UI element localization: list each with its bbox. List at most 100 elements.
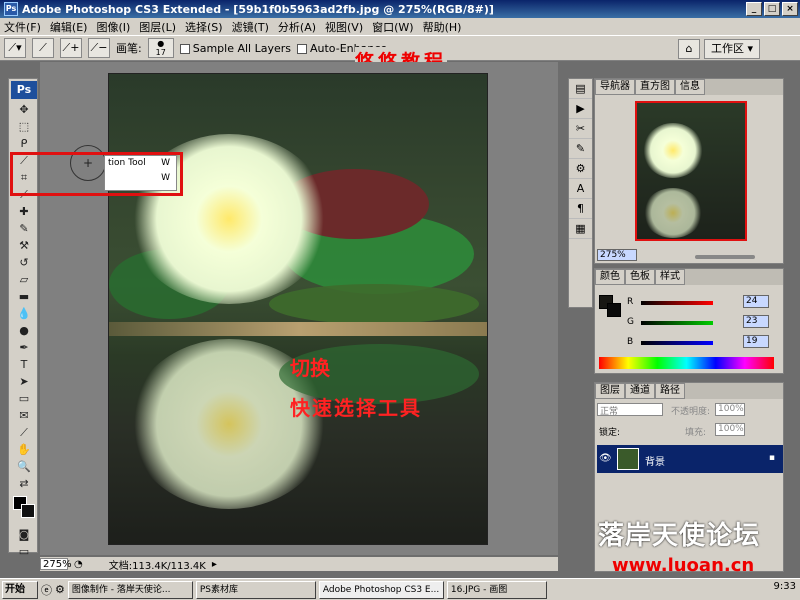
- start-button[interactable]: 开始: [2, 580, 38, 599]
- task-paint[interactable]: 16.JPG - 画图: [446, 580, 547, 599]
- g-slider[interactable]: [641, 321, 713, 325]
- sample-all-layers-checkbox[interactable]: Sample All Layers: [179, 41, 291, 55]
- tab-channels[interactable]: 通道: [625, 383, 655, 399]
- zoom-tool-icon[interactable]: 🔍: [11, 458, 37, 475]
- quicklaunch-icon[interactable]: ⚙: [55, 583, 65, 596]
- visibility-eye-icon[interactable]: 👁: [599, 453, 612, 464]
- tab-styles[interactable]: 样式: [655, 269, 685, 285]
- background-color-swatch[interactable]: [21, 504, 35, 518]
- swap-colors-icon[interactable]: ⇄: [11, 475, 37, 492]
- clone-source-icon[interactable]: ⚙: [569, 159, 592, 179]
- g-value[interactable]: 23: [743, 315, 769, 328]
- window-controls: _ □ ×: [746, 2, 798, 16]
- opacity-field[interactable]: 100%: [715, 403, 745, 416]
- history-brush-icon[interactable]: ↺: [11, 254, 37, 271]
- new-selection-icon[interactable]: ⟋: [32, 38, 54, 58]
- workspace-menu[interactable]: 工作区 ▾: [703, 39, 760, 59]
- lasso-tool-icon[interactable]: ᑭ: [11, 135, 37, 152]
- color-spectrum[interactable]: [599, 357, 774, 369]
- tab-layers[interactable]: 图层: [595, 383, 625, 399]
- blend-mode-select[interactable]: 正常: [597, 403, 663, 417]
- water-line: [109, 322, 487, 336]
- menu-view[interactable]: 视图(V): [325, 19, 363, 35]
- clone-stamp-icon[interactable]: ⚒: [11, 237, 37, 254]
- type-tool-icon[interactable]: T: [11, 356, 37, 373]
- document-canvas[interactable]: [108, 73, 488, 545]
- navigator-thumbnail[interactable]: [635, 101, 747, 241]
- tab-info[interactable]: 信息: [675, 79, 705, 95]
- brush-tool-icon[interactable]: ✎: [11, 220, 37, 237]
- healing-brush-icon[interactable]: ✚: [11, 203, 37, 220]
- tutorial-caption-switch: 切换: [290, 356, 330, 380]
- b-slider[interactable]: [641, 341, 713, 345]
- path-selection-icon[interactable]: ➤: [11, 373, 37, 390]
- tab-color[interactable]: 颜色: [595, 269, 625, 285]
- layer-row-background[interactable]: 👁 背景 ▪: [597, 445, 783, 473]
- menu-filter[interactable]: 滤镜(T): [232, 19, 269, 35]
- sample-all-layers-label: Sample All Layers: [192, 41, 291, 55]
- zoom-field[interactable]: 275%: [40, 558, 72, 570]
- navigator-zoom-slider[interactable]: [695, 255, 755, 259]
- menu-file[interactable]: 文件(F): [4, 19, 41, 35]
- move-tool-icon[interactable]: ✥: [11, 101, 37, 118]
- menu-select[interactable]: 选择(S): [185, 19, 223, 35]
- navigator-zoom[interactable]: 275%: [597, 249, 637, 261]
- screen-mode-icon[interactable]: ▭: [11, 543, 37, 560]
- task-photoshop[interactable]: Adobe Photoshop CS3 E...: [318, 580, 444, 599]
- menu-help[interactable]: 帮助(H): [423, 19, 462, 35]
- actions-panel-icon[interactable]: ▶: [569, 99, 592, 119]
- r-value[interactable]: 24: [743, 295, 769, 308]
- menu-image[interactable]: 图像(I): [96, 19, 130, 35]
- g-label: G: [627, 317, 634, 327]
- forum-url: www.luoan.cn: [612, 555, 755, 576]
- status-arrow-icon[interactable]: ▸: [212, 559, 217, 570]
- foreground-background-colors[interactable]: [11, 494, 35, 524]
- eyedropper-tool-icon[interactable]: ⟋: [11, 424, 37, 441]
- layer-name: 背景: [645, 457, 665, 468]
- notes-tool-icon[interactable]: ✉: [11, 407, 37, 424]
- blur-tool-icon[interactable]: 💧: [11, 305, 37, 322]
- marquee-tool-icon[interactable]: ⬚: [11, 118, 37, 135]
- tool-presets-icon[interactable]: ✂: [569, 119, 592, 139]
- dodge-tool-icon[interactable]: ●: [11, 322, 37, 339]
- highlight-box: [10, 152, 183, 196]
- task-ps-library[interactable]: PS素材库: [195, 580, 316, 599]
- r-slider[interactable]: [641, 301, 713, 305]
- b-value[interactable]: 19: [743, 335, 769, 348]
- history-panel-icon[interactable]: ▤: [569, 79, 592, 99]
- ie-icon[interactable]: ⓔ: [41, 582, 52, 598]
- bridge-icon[interactable]: ⌂: [678, 39, 700, 59]
- gradient-tool-icon[interactable]: ▬: [11, 288, 37, 305]
- tab-paths[interactable]: 路径: [655, 383, 685, 399]
- menu-edit[interactable]: 编辑(E): [50, 19, 88, 35]
- background-swatch[interactable]: [607, 303, 621, 317]
- tab-navigator[interactable]: 导航器: [595, 79, 635, 95]
- close-button[interactable]: ×: [782, 2, 798, 16]
- paragraph-panel-icon[interactable]: ¶: [569, 199, 592, 219]
- layer-comps-icon[interactable]: ▦: [569, 219, 592, 239]
- maximize-button[interactable]: □: [764, 2, 780, 16]
- tab-swatches[interactable]: 色板: [625, 269, 655, 285]
- hand-tool-icon[interactable]: ✋: [11, 441, 37, 458]
- forum-watermark: 落岸天使论坛: [598, 521, 761, 551]
- pen-tool-icon[interactable]: ✒: [11, 339, 37, 356]
- eraser-tool-icon[interactable]: ▱: [11, 271, 37, 288]
- shape-tool-icon[interactable]: ▭: [11, 390, 37, 407]
- quick-mask-icon[interactable]: ◙: [11, 526, 37, 543]
- fill-field[interactable]: 100%: [715, 423, 745, 436]
- menu-analysis[interactable]: 分析(A): [278, 19, 316, 35]
- menu-window[interactable]: 窗口(W): [372, 19, 413, 35]
- status-icon[interactable]: ◔: [74, 559, 83, 570]
- brush-picker[interactable]: ● 17: [147, 38, 174, 58]
- add-to-selection-icon[interactable]: ⟋+: [60, 38, 82, 58]
- tab-histogram[interactable]: 直方图: [635, 79, 675, 95]
- tool-preset-picker[interactable]: ⟋▾: [4, 38, 26, 58]
- minimize-button[interactable]: _: [746, 2, 762, 16]
- r-label: R: [627, 297, 634, 307]
- menu-layer[interactable]: 图层(L): [139, 19, 176, 35]
- character-panel-icon[interactable]: A: [569, 179, 592, 199]
- task-image-making[interactable]: 图像制作 - 落岸天使论...: [67, 580, 193, 599]
- navigator-panel: 导航器 直方图 信息 275%: [594, 78, 784, 264]
- subtract-selection-icon[interactable]: ⟋−: [88, 38, 110, 58]
- brushes-panel-icon[interactable]: ✎: [569, 139, 592, 159]
